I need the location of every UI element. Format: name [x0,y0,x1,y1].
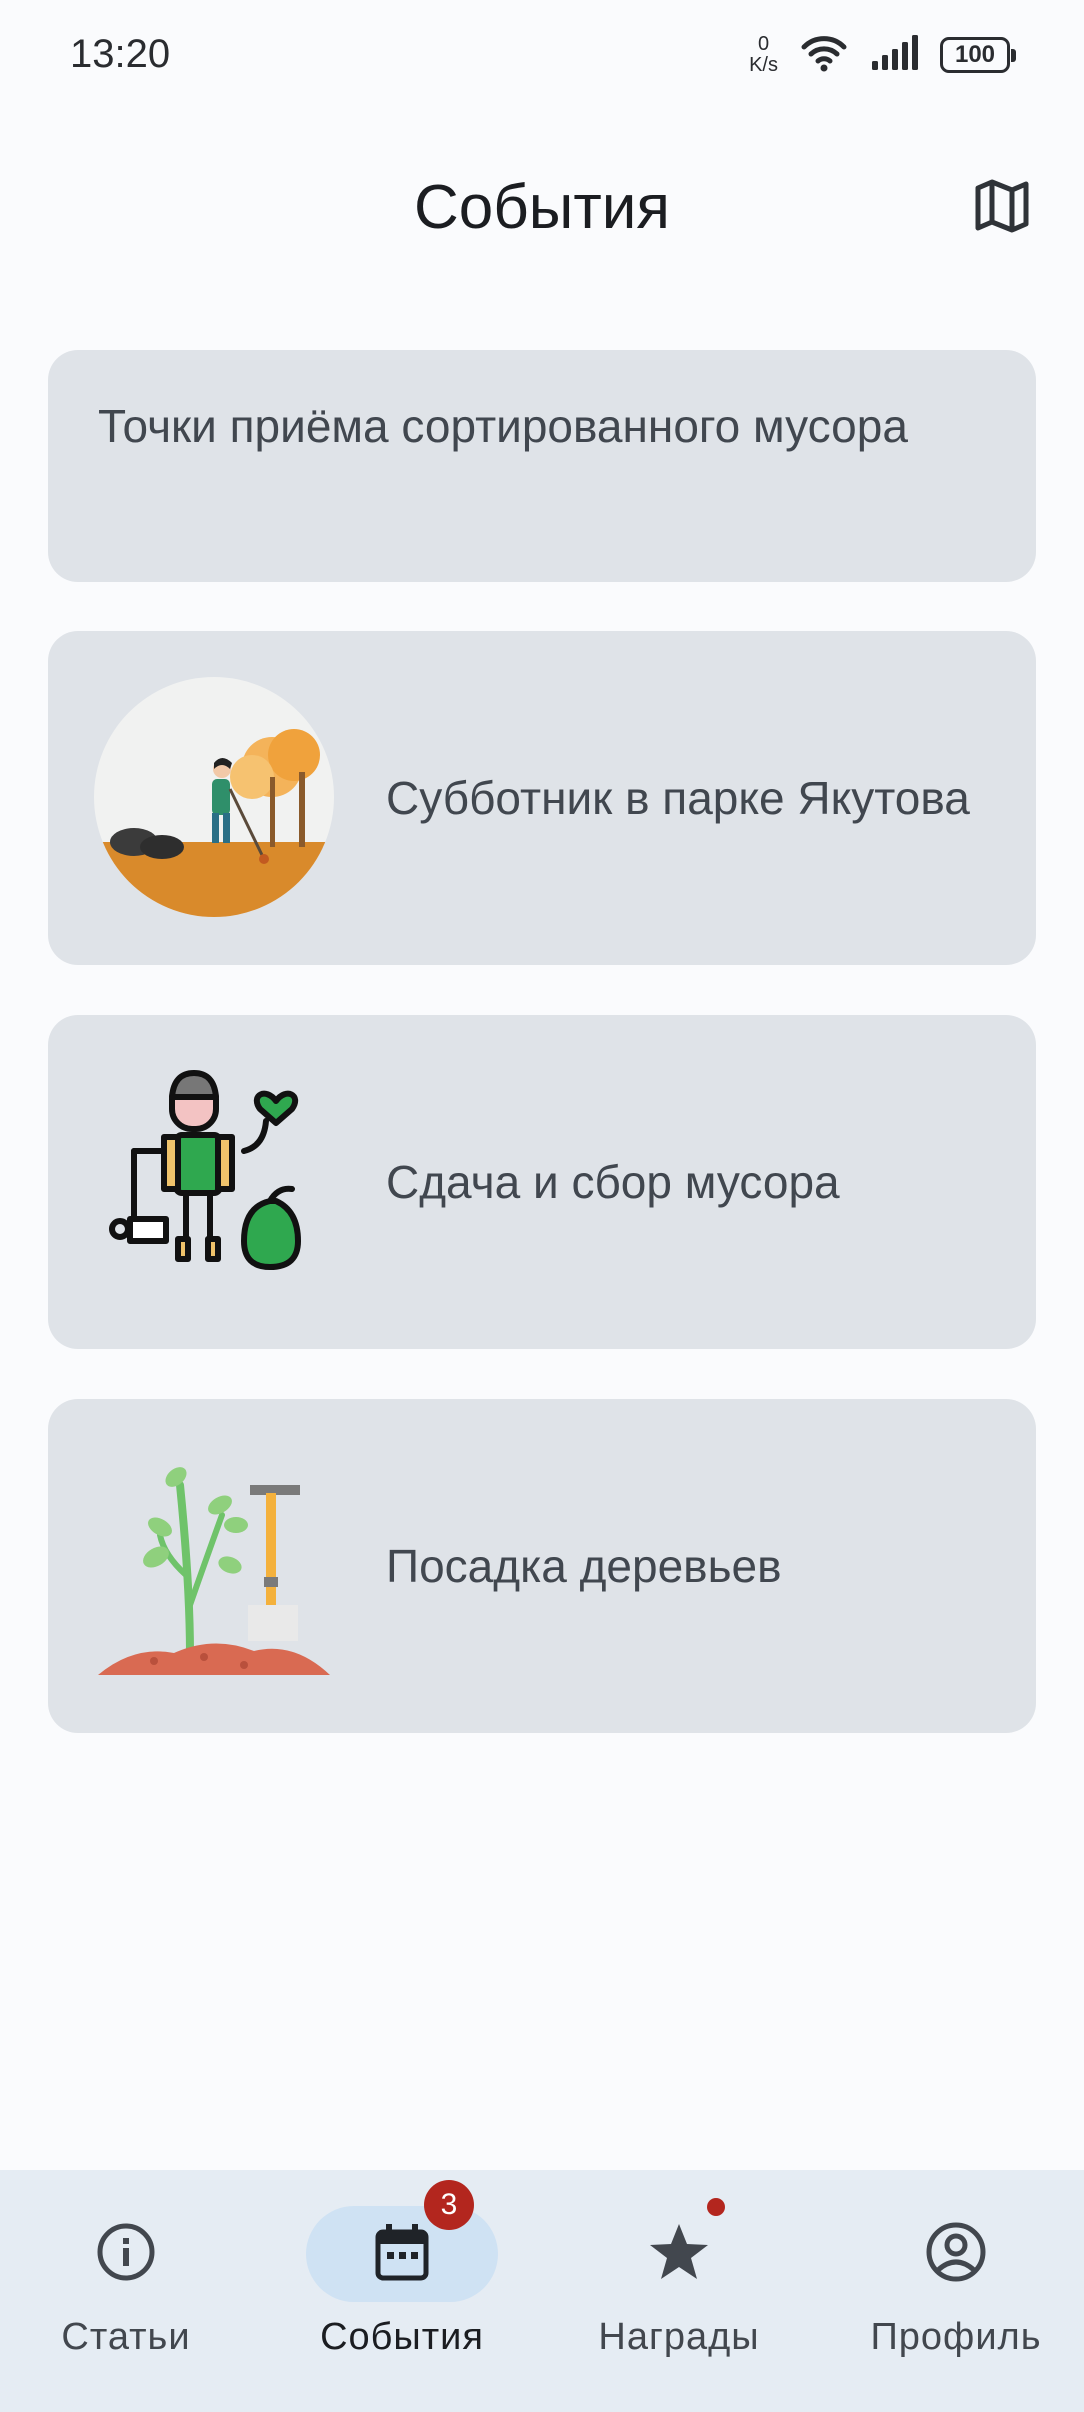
status-bar: 13:20 0 K/s 100 [0,0,1084,110]
event-title: Субботник в парке Якутова [386,772,970,824]
event-card-waste-collection[interactable]: Сдача и сбор мусора [48,1015,1036,1349]
nav-label: Статьи [61,2316,191,2358]
tree-planting-illustration [94,1445,334,1685]
status-time: 13:20 [70,32,171,76]
net-speed: 0 K/s [749,34,778,76]
event-title: Точки приёма сортированного мусора [98,400,908,452]
net-speed-value: 0 [757,33,770,55]
volunteer-trash-illustration [94,1061,334,1301]
nav-item-profile[interactable]: Профиль [841,2206,1071,2366]
net-speed-unit: K/s [749,54,778,76]
calendar-icon [372,2220,432,2289]
star-icon [647,2220,711,2289]
awards-dot-badge [707,2198,725,2216]
event-title: Сдача и сбор мусора [386,1156,840,1208]
status-icons: 0 K/s 100 [749,30,1016,80]
battery-level: 100 [954,41,996,68]
nav-label: Награды [598,2316,760,2358]
nav-label: Профиль [870,2316,1042,2358]
event-card-tree-planting[interactable]: Посадка деревьев [48,1399,1036,1733]
signal-icon [870,34,918,76]
wifi-icon [800,33,848,78]
event-title: Посадка деревьев [386,1540,782,1592]
events-badge: 3 [424,2180,474,2230]
nav-item-awards[interactable]: Награды [564,2198,794,2366]
event-card-sorted-waste-points[interactable]: Точки приёма сортированного мусора [48,350,1036,582]
map-icon [972,176,1032,241]
active-indicator: 3 [306,2180,498,2302]
map-button[interactable] [964,170,1040,246]
bottom-navigation: Статьи 3 События Награды Профиль [0,2170,1084,2412]
nav-item-events[interactable]: 3 События [287,2180,517,2366]
page-title: События [414,173,670,242]
app-header: События [0,150,1084,270]
battery-icon: 100 [940,37,1016,73]
nav-label: События [320,2316,484,2358]
info-icon [94,2220,158,2289]
nav-item-articles[interactable]: Статьи [11,2206,241,2366]
event-card-park-cleanup[interactable]: Субботник в парке Якутова [48,631,1036,965]
cleanup-park-illustration [94,677,334,917]
account-icon [924,2220,988,2289]
